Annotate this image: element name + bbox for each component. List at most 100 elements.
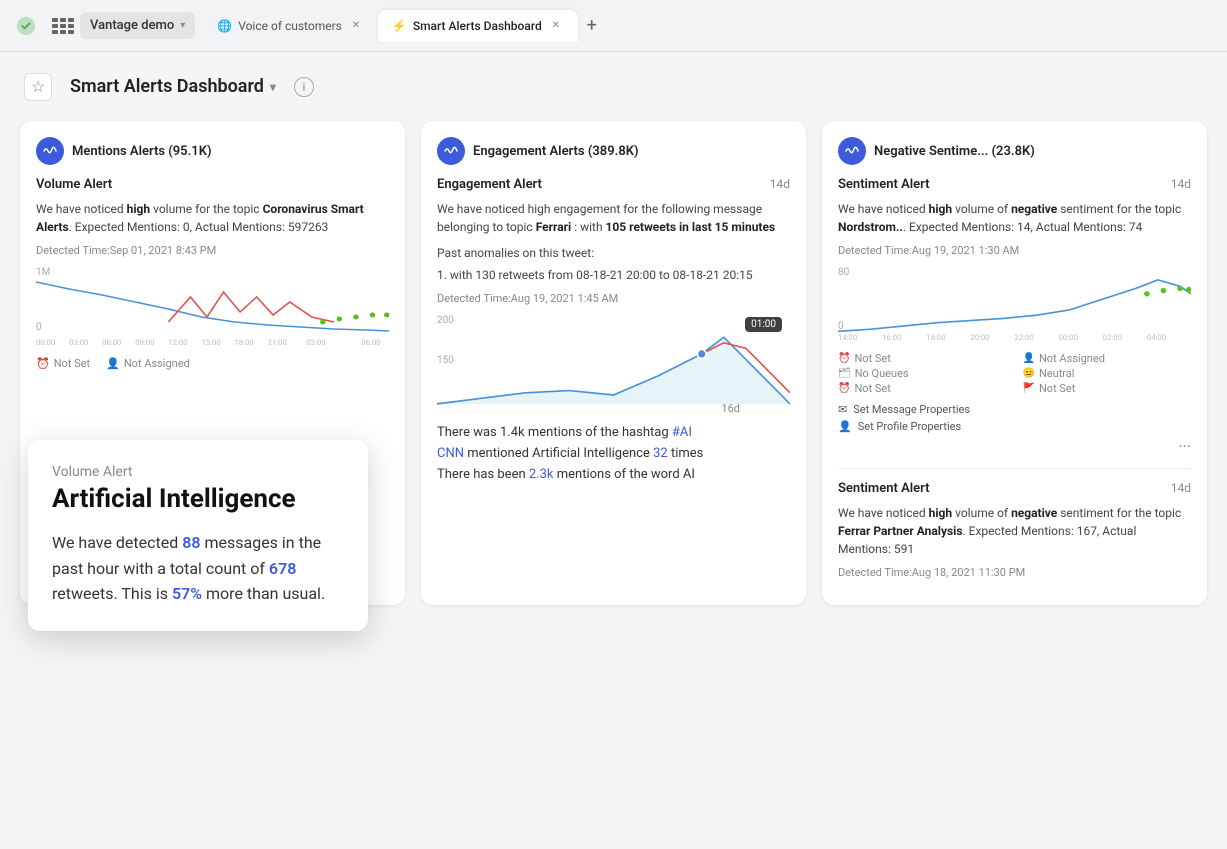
profile-icon: 👤 [838, 420, 852, 433]
card3-f5: Not Set [854, 382, 890, 395]
card2-days-label: 16d [721, 402, 740, 415]
card3-alert2-days: 14d [1171, 481, 1191, 495]
card1-title: Mentions Alerts (95.1K) [72, 144, 212, 159]
card3-queue: 🗂 No Queues [838, 367, 1007, 380]
card3-y-min: 0 [838, 321, 844, 332]
card2-chart: 200 150 01:00 16d [437, 315, 790, 415]
card3-f6: Not Set [1039, 382, 1075, 395]
card2-sub-text: Past anomalies on this tweet: [437, 244, 790, 262]
tab-globe-icon: 🌐 [217, 19, 232, 33]
dashboard-title: Smart Alerts Dashboard [70, 76, 264, 97]
card1-footer: ⏰ Not Set 👤 Not Assigned [36, 357, 389, 370]
card3-alert2-text: We have noticed high volume of negative … [838, 504, 1191, 558]
card3-action2-label: Set Profile Properties [858, 420, 961, 433]
star-button[interactable]: ☆ [24, 73, 52, 101]
card2-sub-label2: mentioned Artificial Intelligence [467, 446, 653, 461]
card1-icon [36, 137, 64, 165]
card3-f3: No Queues [855, 367, 909, 380]
new-tab-button[interactable]: + [578, 12, 606, 40]
tab-alert-icon: ⚡ [392, 19, 407, 33]
card1-footer-left: Not Set [54, 357, 90, 370]
browser-chrome: Vantage demo ▾ 🌐 Voice of customers ✕ ⚡ … [0, 0, 1227, 52]
card1-chart: 1M 0 00:00 03:00 06:00 [36, 267, 389, 347]
info-icon[interactable]: i [294, 77, 314, 97]
card2-y-mid: 150 [437, 355, 454, 366]
card3-title: Negative Sentime... (23.8K) [874, 144, 1035, 159]
card2-alert-row: Engagement Alert 14d [437, 177, 790, 192]
card1-footer-right: Not Assigned [124, 357, 190, 370]
card3-f2: Not Assigned [1039, 352, 1105, 365]
app-logo [12, 12, 40, 40]
app-name-label: Vantage demo [90, 18, 174, 33]
chevron-down-icon: ▾ [180, 20, 185, 31]
dashboard-title-button[interactable]: Smart Alerts Dashboard ▾ [62, 72, 284, 101]
tab-smart-alerts-dashboard[interactable]: ⚡ Smart Alerts Dashboard ✕ [378, 10, 578, 42]
card1-y-max: 1M [36, 267, 50, 278]
card3-detected-time: Detected Time:Aug 19, 2021 1:30 AM [838, 244, 1191, 257]
card2-times: times [671, 446, 703, 461]
app-name-button[interactable]: Vantage demo ▾ [80, 12, 195, 39]
card2-num2: 32 [653, 446, 668, 461]
person-icon: 👤 [1023, 353, 1035, 364]
card3-alert2-detected: Detected Time:Aug 18, 2021 11:30 PM [838, 566, 1191, 579]
tab1-close-button[interactable]: ✕ [348, 18, 364, 34]
svg-text:03:00: 03:00 [306, 338, 325, 347]
card1-alert-text: We have noticed high volume for the topi… [36, 200, 389, 236]
svg-text:20:00: 20:00 [970, 333, 989, 342]
card3-alert-type: Sentiment Alert [838, 177, 930, 192]
popup-card: Volume Alert Artificial Intelligence We … [28, 440, 368, 631]
svg-text:06:00: 06:00 [102, 338, 121, 347]
card3-flag: 🚩 Not Set [1023, 382, 1192, 395]
svg-text:02:00: 02:00 [1103, 333, 1122, 342]
card2-alert-text: We have noticed high engagement for the … [437, 200, 790, 236]
card3-icon [838, 137, 866, 165]
card2-header: Engagement Alerts (389.8K) [437, 137, 790, 165]
card3-chart: 80 0 14:00 16:00 18:00 20:00 22:00 [838, 267, 1191, 342]
clock-icon: ⏰ [838, 353, 850, 364]
app-switcher-icon[interactable] [48, 14, 72, 38]
card3-alert2-type: Sentiment Alert [838, 481, 930, 496]
card2-title: Engagement Alerts (389.8K) [473, 144, 639, 159]
tab1-label: Voice of customers [238, 19, 342, 33]
popup-body: We have detected 88 messages in the past… [52, 530, 344, 607]
svg-text:18:00: 18:00 [235, 338, 254, 347]
more-options-button[interactable]: ··· [838, 437, 1191, 456]
card2-num3: 2.3k [529, 467, 554, 482]
card3-assignee: 👤 Not Assigned [1023, 352, 1192, 365]
card2-cnn: CNN [437, 446, 464, 461]
svg-text:09:00: 09:00 [135, 338, 154, 347]
card3-header: Negative Sentime... (23.8K) [838, 137, 1191, 165]
queue-icon: 🗂 [838, 368, 851, 379]
card2-detected-time: Detected Time:Aug 19, 2021 1:45 AM [437, 292, 790, 305]
svg-text:15:00: 15:00 [201, 338, 220, 347]
tab-voice-of-customers[interactable]: 🌐 Voice of customers ✕ [203, 10, 378, 42]
message-icon: ✉ [838, 403, 847, 416]
card1-y-min: 0 [36, 322, 42, 333]
card3-action1[interactable]: ✉ Set Message Properties [838, 403, 1191, 416]
card3-second-alert: Sentiment Alert 14d We have noticed high… [838, 468, 1191, 579]
clock-icon2: ⏰ [838, 383, 850, 394]
card1-alert-row: Volume Alert [36, 177, 389, 192]
clock-icon: ⏰ [36, 357, 50, 370]
flag-icon: 🚩 [1023, 383, 1035, 394]
tab2-label: Smart Alerts Dashboard [413, 19, 542, 33]
card3-status1: ⏰ Not Set [838, 352, 1007, 365]
card2-word-ai: mentions of the word AI [557, 467, 695, 482]
card3-action2[interactable]: 👤 Set Profile Properties [838, 420, 1191, 433]
svg-text:06:00: 06:00 [361, 338, 380, 347]
dashboard-header: ☆ Smart Alerts Dashboard ▾ i [20, 72, 1207, 101]
negative-sentiment-card: Negative Sentime... (23.8K) Sentiment Al… [822, 121, 1207, 605]
tab2-close-button[interactable]: ✕ [548, 18, 564, 34]
svg-text:21:00: 21:00 [268, 338, 287, 347]
card3-alert2-row: Sentiment Alert 14d [838, 481, 1191, 496]
sentiment-icon: 😐 [1023, 368, 1035, 379]
card3-footer: ⏰ Not Set 👤 Not Assigned 🗂 No Queues 😐 N… [838, 352, 1191, 395]
card3-f1: Not Set [854, 352, 890, 365]
card2-tooltip: 01:00 [745, 317, 782, 332]
card2-hashtag: #AI [672, 425, 692, 440]
card2-icon [437, 137, 465, 165]
svg-text:16:00: 16:00 [882, 333, 901, 342]
card1-detected-time: Detected Time:Sep 01, 2021 8:43 PM [36, 244, 389, 257]
card2-sub-content: There was 1.4k mentions of the hashtag #… [437, 425, 790, 482]
card3-alert-text: We have noticed high volume of negative … [838, 200, 1191, 236]
